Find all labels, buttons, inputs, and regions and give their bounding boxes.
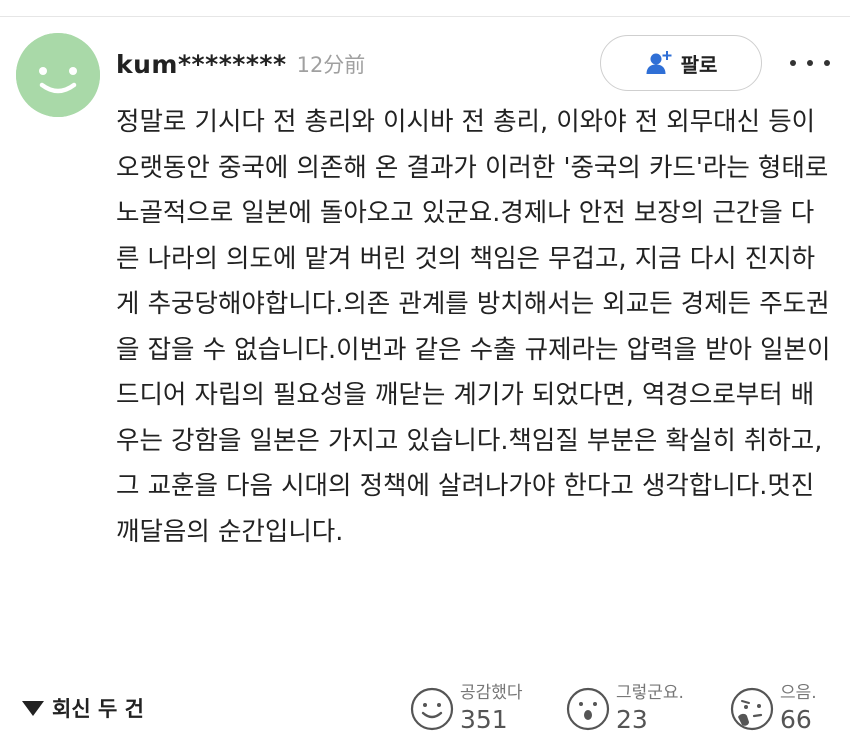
top-divider	[0, 16, 850, 17]
follow-label: 팔로	[680, 52, 718, 77]
username[interactable]: kum********	[116, 50, 287, 79]
surprised-face-icon	[566, 687, 610, 731]
timestamp: 12分前	[296, 53, 366, 77]
replies-label: 회신 두 건	[52, 697, 144, 721]
reaction-hmm[interactable]: 으음. 66	[730, 676, 817, 742]
thinking-face-icon	[730, 687, 774, 731]
smile-face-icon	[410, 687, 454, 731]
reaction-count: 66	[780, 705, 812, 734]
more-dot	[824, 60, 830, 66]
avatar[interactable]	[16, 33, 100, 117]
reaction-count: 23	[616, 705, 648, 734]
more-dot	[790, 60, 796, 66]
reaction-i-see[interactable]: 그렇군요. 23	[566, 676, 684, 742]
smiley-avatar-icon	[16, 33, 100, 117]
reaction-label: 으음.	[780, 683, 817, 703]
follow-button[interactable]: 팔로	[600, 35, 762, 91]
caret-down-icon	[22, 700, 44, 716]
reaction-label: 그렇군요.	[616, 683, 684, 703]
comment-header: kum******** 12分前	[116, 42, 365, 86]
more-dot	[807, 60, 813, 66]
add-user-icon	[646, 51, 672, 74]
reaction-empathize[interactable]: 공감했다 351	[410, 676, 523, 742]
more-options-icon[interactable]	[790, 48, 830, 78]
reaction-label: 공감했다	[460, 683, 523, 703]
replies-toggle[interactable]: 회신 두 건	[22, 688, 144, 728]
reaction-count: 351	[460, 705, 508, 734]
comment-body: 정말로 기시다 전 총리와 이시바 전 총리, 이와야 전 외무대신 등이 오랫…	[116, 107, 831, 547]
